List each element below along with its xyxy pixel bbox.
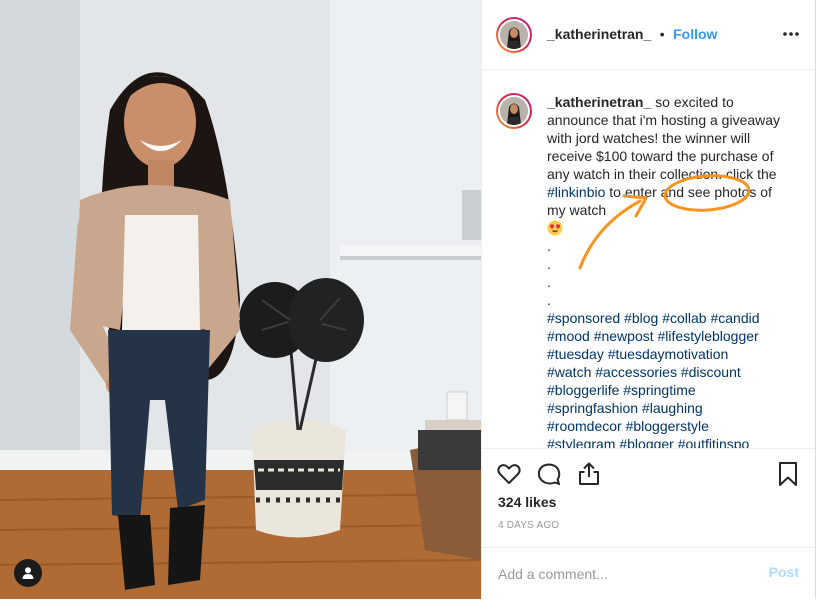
user-tag-icon[interactable] (14, 559, 42, 587)
comment-icon[interactable] (536, 461, 562, 487)
post-timestamp[interactable]: 4 DAYS AGO (498, 520, 559, 531)
hashtag-line[interactable]: #stylegram #blogger #outfitinspo (547, 435, 782, 448)
separator-dot: • (659, 26, 665, 42)
caption-dot: . (547, 274, 551, 290)
hashtag-line[interactable]: #bloggerlife #springtime (547, 381, 782, 399)
follow-button[interactable]: Follow (673, 26, 717, 42)
heart-eyes-icon (547, 220, 563, 236)
avatar-image (500, 21, 528, 49)
heart-icon[interactable] (496, 461, 522, 487)
hashtag-line[interactable]: #sponsored #blog #collab #candid (547, 309, 782, 327)
comments-section[interactable]: _katherinetran_ so excited to announce t… (482, 70, 815, 448)
caption-dot: . (547, 292, 551, 308)
person-icon (22, 567, 34, 579)
header-username[interactable]: _katherinetran_ (547, 26, 651, 42)
post-side-panel: _katherinetran_ • Follow _katherinetran_… (481, 0, 816, 599)
hashtag-line[interactable]: #mood #newpost #lifestyleblogger (547, 327, 782, 345)
likes-count[interactable]: 324 likes (498, 494, 556, 510)
avatar[interactable] (496, 17, 532, 53)
hashtag-line[interactable]: #springfashion #laughing (547, 399, 782, 417)
caption-dot: . (547, 238, 551, 254)
comment-input[interactable] (498, 562, 738, 586)
hashtag-link-linkinbio[interactable]: #linkinbio (547, 184, 605, 200)
hashtag-line[interactable]: #tuesday #tuesdaymotivation (547, 345, 782, 363)
heart-eyes-emoji (547, 219, 782, 237)
caption-avatar-image (500, 97, 528, 125)
bookmark-icon[interactable] (775, 461, 801, 487)
caption-avatar[interactable] (496, 93, 532, 129)
post-caption: _katherinetran_ so excited to announce t… (547, 93, 782, 448)
hashtag-line[interactable]: #watch #accessories #discount (547, 363, 782, 381)
photo-illustration (0, 0, 481, 599)
post-actions: 324 likes 4 DAYS AGO Post (482, 448, 815, 599)
caption-username[interactable]: _katherinetran_ (547, 94, 651, 110)
more-horizontal-icon[interactable] (781, 24, 801, 44)
post-photo[interactable] (0, 0, 481, 599)
instagram-post: _katherinetran_ • Follow _katherinetran_… (0, 0, 817, 599)
hashtag-line[interactable]: #roomdecor #bloggerstyle (547, 417, 782, 435)
caption-dot: . (547, 256, 551, 272)
post-header: _katherinetran_ • Follow (482, 0, 815, 70)
share-icon[interactable] (576, 461, 602, 487)
post-comment-button[interactable]: Post (769, 564, 799, 580)
comment-form: Post (482, 547, 815, 600)
